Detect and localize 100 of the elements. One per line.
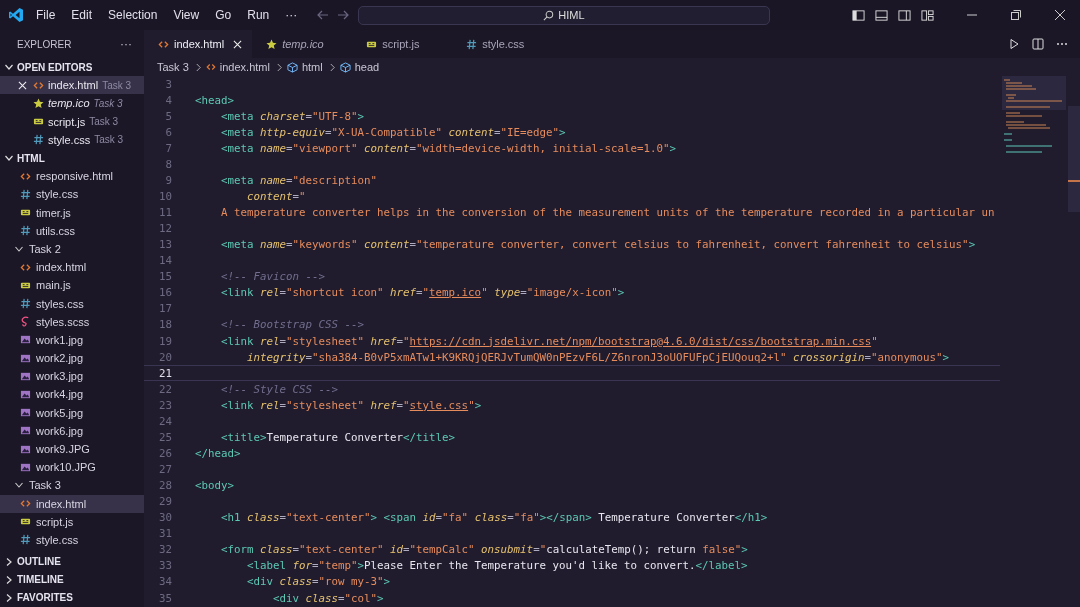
hash-icon xyxy=(20,298,31,310)
editor-tab[interactable]: script.js xyxy=(352,30,453,58)
image-file-icon xyxy=(20,425,31,437)
html-file-icon xyxy=(20,170,31,182)
run-icon[interactable] xyxy=(1008,38,1020,50)
tree-item[interactable]: work2.jpg xyxy=(0,349,144,368)
open-editor-item[interactable]: temp.ico Task 3 xyxy=(0,94,144,113)
tree-item[interactable]: style.css xyxy=(0,530,144,550)
cube-icon xyxy=(286,61,298,73)
code-line: <div class="row my-3"> xyxy=(246,575,391,589)
tree-item[interactable]: responsive.html xyxy=(0,167,144,186)
menu-item[interactable]: Selection xyxy=(108,8,158,22)
line-number: 11 xyxy=(158,206,172,220)
line-number: 14 xyxy=(158,254,172,268)
tree-item[interactable]: script.js xyxy=(0,512,144,531)
tree-item[interactable]: Task 3 xyxy=(0,476,144,495)
code-line: <title>Temperature Converter</title> xyxy=(220,430,456,444)
tree-item[interactable]: Task 2 xyxy=(0,239,144,259)
chevron-icon xyxy=(194,62,202,72)
tree-item[interactable]: work1.jpg xyxy=(0,330,144,349)
tree-item[interactable]: style.css xyxy=(0,185,144,204)
code-line: </head> xyxy=(195,446,241,460)
tree-item[interactable]: utils.css xyxy=(0,221,144,240)
tree-item[interactable]: work3.jpg xyxy=(0,367,144,386)
chevron-icon xyxy=(275,62,283,72)
section-header[interactable]: OUTLINE xyxy=(0,552,144,571)
line-number: 9 xyxy=(164,173,172,187)
breadcrumb-item[interactable]: html xyxy=(301,61,323,73)
html-file-icon xyxy=(20,498,31,510)
split-editor-icon[interactable] xyxy=(1032,38,1044,50)
line-number: 18 xyxy=(158,318,172,332)
minimap-drawing[interactable] xyxy=(1002,76,1066,156)
line-number: 26 xyxy=(158,446,172,460)
panel-toggle-icon[interactable] xyxy=(875,8,888,22)
tree-item[interactable]: styles.scss xyxy=(0,312,144,331)
image-file-icon xyxy=(20,370,31,382)
line-number: 5 xyxy=(164,109,172,123)
tree-item[interactable]: main.js xyxy=(0,276,144,295)
tree-item[interactable]: index.html xyxy=(0,258,144,277)
line-number: 27 xyxy=(158,463,172,477)
line-number: 28 xyxy=(158,479,172,493)
image-file-icon xyxy=(20,407,31,419)
open-editor-item[interactable]: index.html Task 3 xyxy=(0,76,144,95)
breadcrumb-item[interactable]: head xyxy=(354,61,380,73)
html-file-icon xyxy=(20,261,31,273)
image-file-icon xyxy=(20,334,31,346)
tree-item[interactable]: work6.jpg xyxy=(0,421,144,440)
line-number: 10 xyxy=(158,189,172,203)
breadcrumb-item[interactable]: Task 3 xyxy=(157,61,189,73)
command-search-field[interactable]: HIML xyxy=(358,5,770,25)
editor-tab[interactable]: index.html xyxy=(144,30,253,58)
menu-item[interactable]: Run xyxy=(247,8,270,22)
menu-item[interactable]: ··· xyxy=(285,8,298,22)
tree-item[interactable]: work5.jpg xyxy=(0,403,144,422)
sass-file-icon xyxy=(20,316,31,328)
restore-icon[interactable] xyxy=(1010,9,1022,21)
line-number: 8 xyxy=(164,157,172,171)
menu-item[interactable]: Go xyxy=(215,8,232,22)
tree-item[interactable]: index.html xyxy=(0,494,144,513)
folder-header[interactable]: HTML xyxy=(0,148,144,168)
hash-icon xyxy=(20,225,31,237)
sidebar-toggle-icon[interactable] xyxy=(852,8,865,22)
layout-icon[interactable] xyxy=(921,8,934,22)
secondary-sidebar-icon[interactable] xyxy=(898,8,911,22)
more-actions-button[interactable]: ··· xyxy=(120,37,132,51)
open-editor-item[interactable]: script.js Task 3 xyxy=(0,112,144,131)
section-header[interactable]: TIMELINE xyxy=(0,570,144,589)
image-file-icon xyxy=(20,443,31,455)
tree-item[interactable]: timer.js xyxy=(0,203,144,222)
code-line: <meta name="viewport" content="width=device-width, initial-scale=1.0"> xyxy=(220,141,677,155)
hash-icon xyxy=(20,534,31,546)
breadcrumb-item[interactable]: index.html xyxy=(219,61,270,73)
open-editors-header[interactable]: OPEN EDITORS xyxy=(0,58,144,77)
menu-item[interactable]: File xyxy=(36,8,56,22)
editor-tab[interactable]: style.css xyxy=(452,30,553,58)
menu-item[interactable]: Edit xyxy=(71,8,93,22)
line-number: 15 xyxy=(158,270,172,284)
tree-item[interactable]: work4.jpg xyxy=(0,385,144,404)
image-file-icon xyxy=(20,352,31,364)
hash-icon xyxy=(466,38,478,50)
line-number: 3 xyxy=(164,77,172,91)
close-icon[interactable] xyxy=(1054,9,1066,21)
section-header[interactable]: FAVORITES xyxy=(0,588,144,607)
line-number: 29 xyxy=(158,495,172,509)
forward-arrow-icon[interactable] xyxy=(336,8,351,22)
tree-item[interactable]: work10.JPG xyxy=(0,458,144,477)
code-line: <meta name="description" xyxy=(220,173,378,187)
line-number: 6 xyxy=(164,125,172,139)
code-line: <head> xyxy=(195,93,234,107)
tree-item[interactable]: work9.JPG xyxy=(0,439,144,459)
line-number: 16 xyxy=(158,286,172,300)
code-line: <label for="temp">Please Enter the Temperature you'd like to convert.</label> xyxy=(246,559,748,573)
open-editor-item[interactable]: style.css Task 3 xyxy=(0,130,144,149)
menu-item[interactable]: View xyxy=(173,8,200,22)
code-line: <meta http-equiv="X-UA-Compatible" content="IE=edge"> xyxy=(220,125,566,139)
tree-item[interactable]: styles.css xyxy=(0,294,144,313)
line-number: 13 xyxy=(158,238,172,252)
line-number: 31 xyxy=(158,527,172,541)
back-arrow-icon[interactable] xyxy=(316,8,331,22)
editor-tab[interactable]: temp.ico xyxy=(252,30,353,58)
